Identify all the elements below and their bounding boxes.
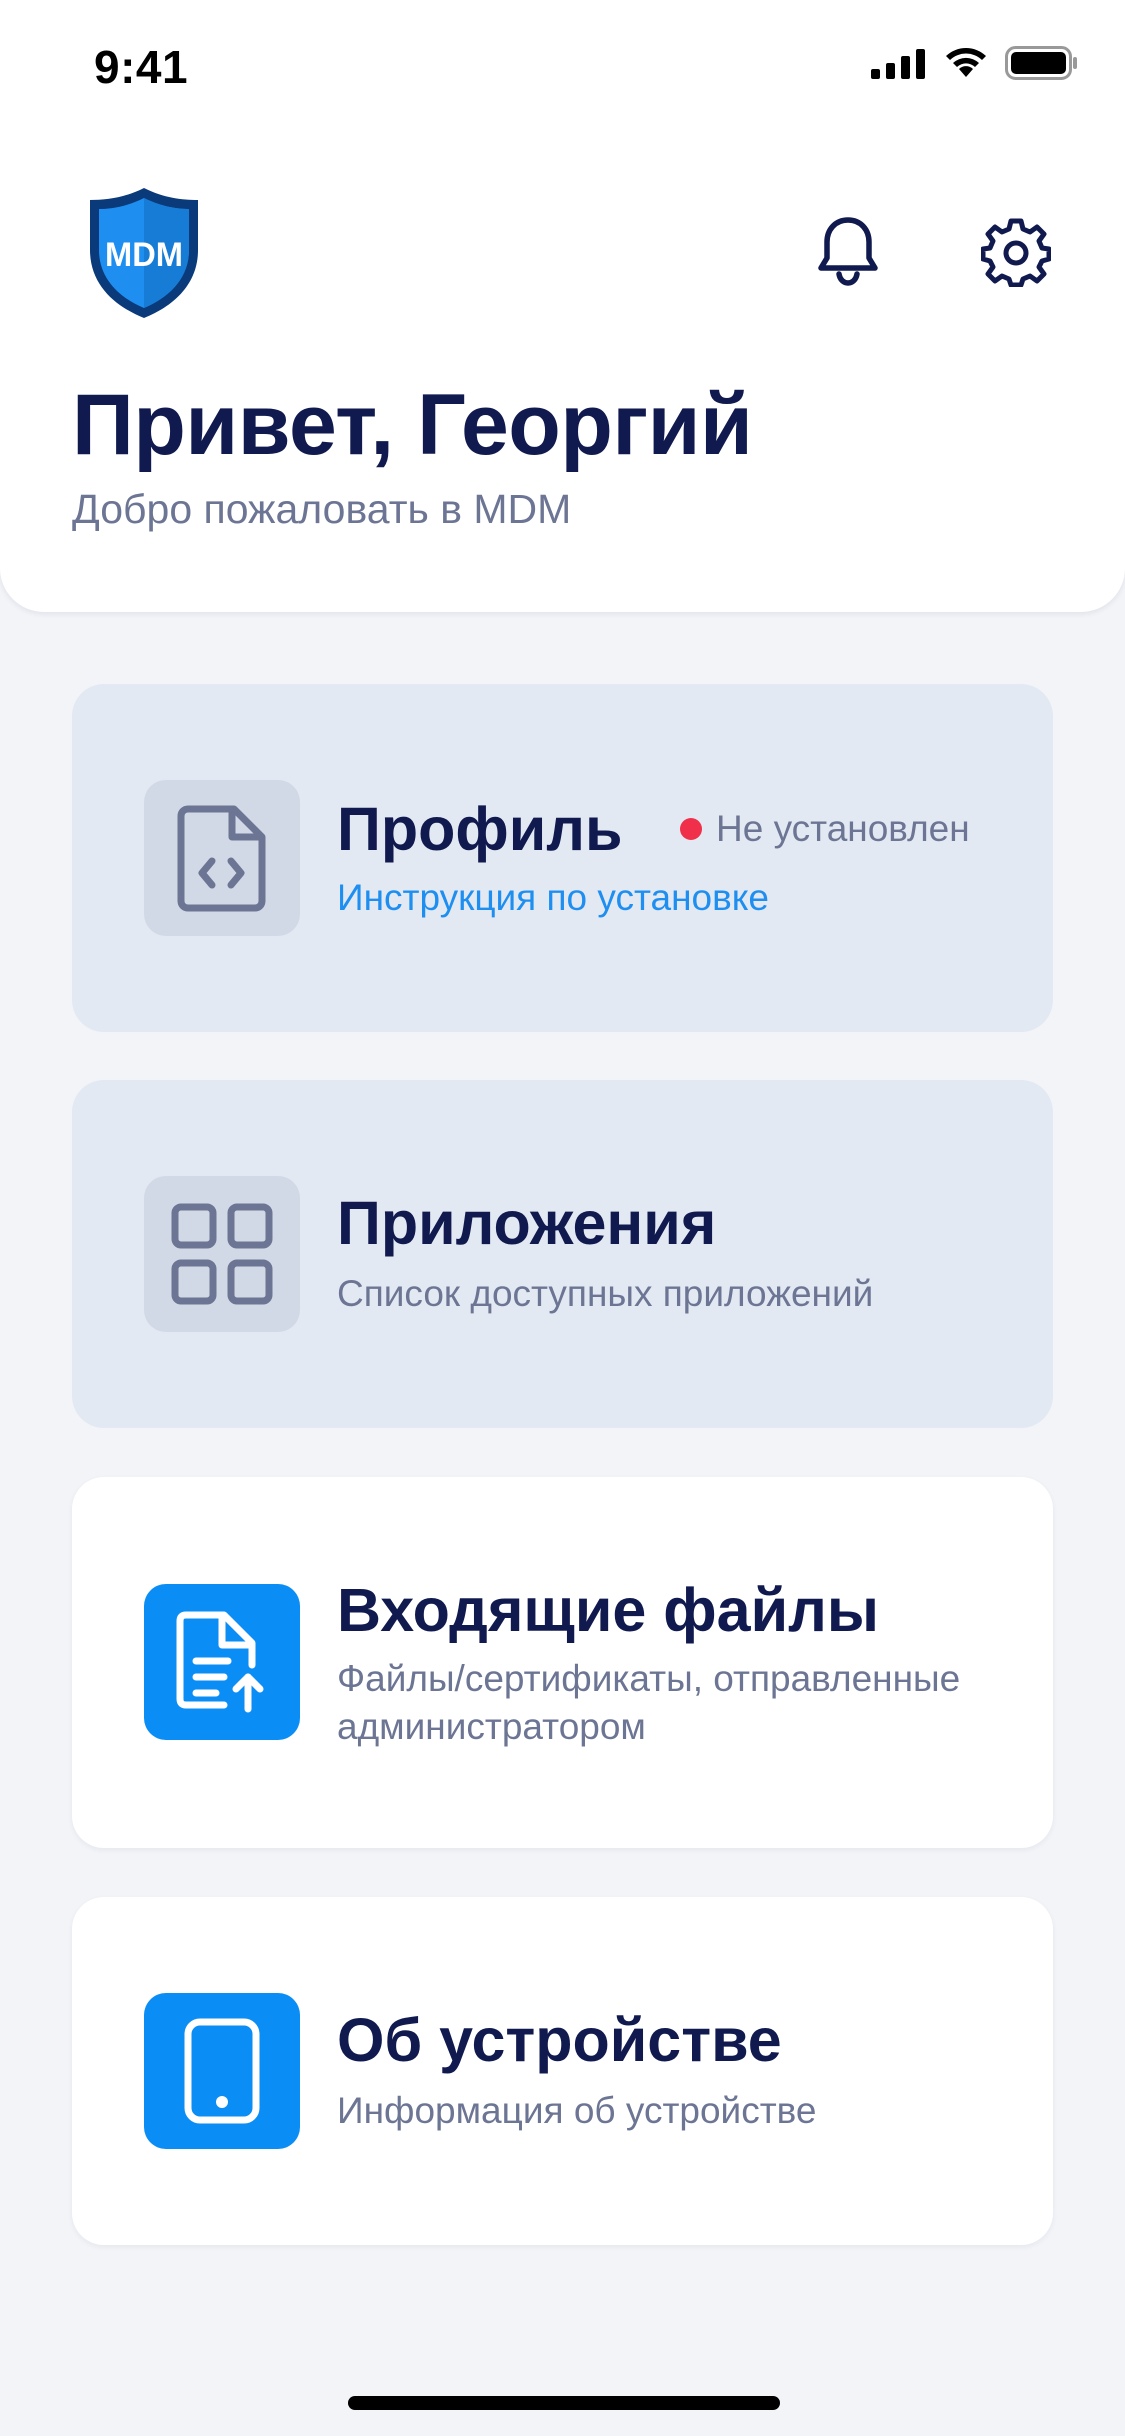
profile-title: Профиль (337, 795, 623, 863)
home-screen: 9:41 MDM Привет, Георгий Добро пожаловат… (0, 0, 1125, 2436)
files-title: Входящие файлы (337, 1576, 879, 1644)
wifi-icon (943, 46, 989, 80)
files-icon-tile (144, 1584, 300, 1740)
header-card: 9:41 MDM Привет, Георгий Добро пожаловат… (0, 0, 1125, 612)
apps-icon-tile (144, 1176, 300, 1332)
shield-logo-icon: MDM (90, 188, 198, 318)
welcome-text: Добро пожаловать в MDM (72, 486, 572, 532)
files-subtitle: Файлы/сертификаты, отправленные админист… (337, 1658, 961, 1747)
apps-grid-icon (171, 1203, 273, 1305)
mdm-logo: MDM (88, 186, 200, 320)
gear-icon (981, 218, 1051, 287)
status-badge: Не установлен (680, 808, 970, 850)
page-title: Привет, Георгий (72, 377, 753, 473)
device-icon-tile (144, 1993, 300, 2149)
notifications-button[interactable] (812, 212, 884, 288)
settings-button[interactable] (978, 214, 1054, 290)
battery-icon (1005, 46, 1079, 80)
status-icons (871, 46, 1079, 80)
bell-icon (818, 217, 878, 286)
phone-icon (184, 2018, 260, 2124)
device-subtitle: Информация об устройстве (337, 2090, 817, 2131)
status-dot-icon (680, 818, 702, 840)
status-time: 9:41 (94, 41, 189, 93)
apps-subtitle: Список доступных приложений (337, 1273, 874, 1314)
svg-text:MDM: MDM (105, 236, 183, 274)
apps-title: Приложения (337, 1189, 717, 1257)
install-instructions-link[interactable]: Инструкция по установке (337, 877, 769, 919)
device-title: Об устройстве (337, 2006, 782, 2074)
file-code-icon (177, 805, 266, 912)
profile-card[interactable]: Профиль Не установлен Инструкция по уста… (72, 684, 1053, 1032)
file-upload-icon (176, 1611, 264, 1713)
about-device-card[interactable]: Об устройстве Информация об устройстве (72, 1897, 1053, 2245)
incoming-files-card[interactable]: Входящие файлы Файлы/сертификаты, отправ… (72, 1477, 1053, 1848)
status-text: Не установлен (716, 808, 970, 849)
profile-icon-tile (144, 780, 300, 936)
signal-icon (871, 47, 927, 79)
home-indicator[interactable] (348, 2396, 780, 2410)
apps-card[interactable]: Приложения Список доступных приложений (72, 1080, 1053, 1428)
